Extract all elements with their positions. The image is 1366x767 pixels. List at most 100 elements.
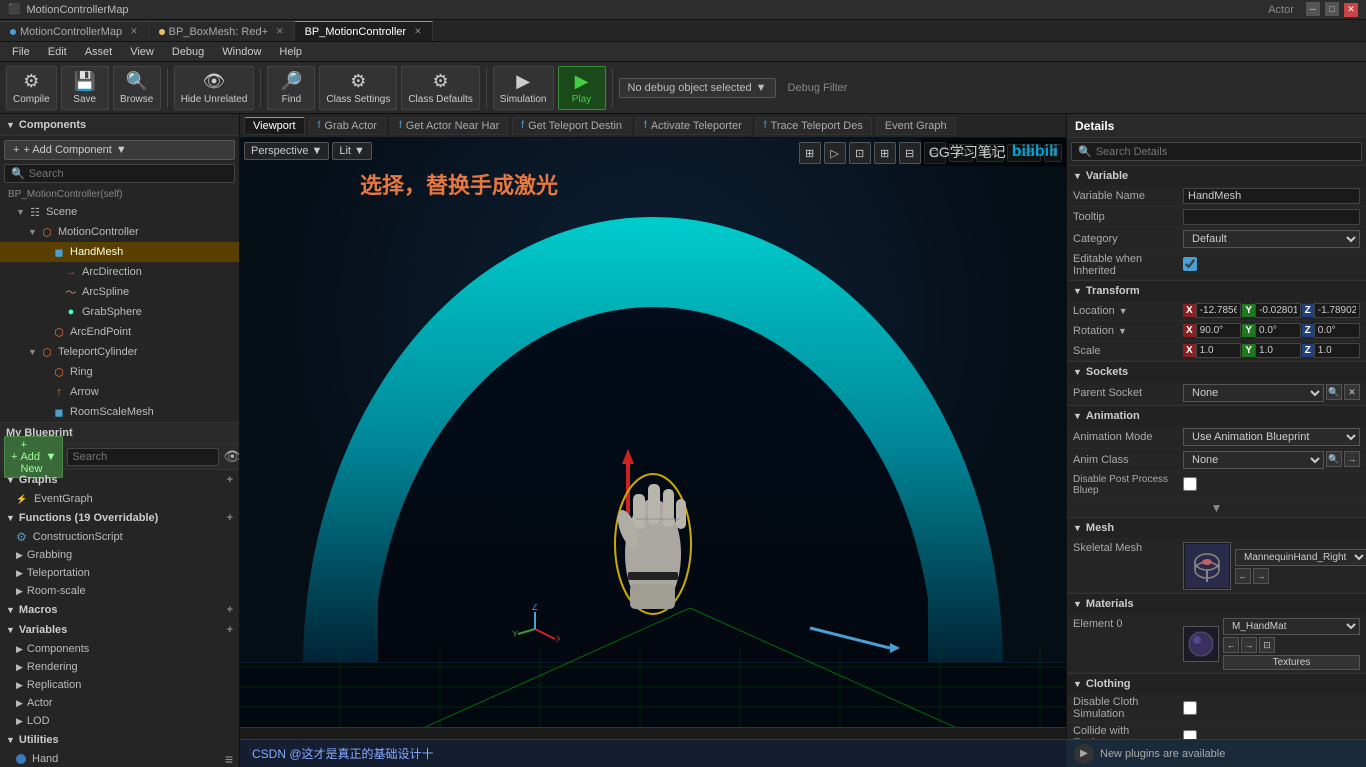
tab-motioncontrollermap[interactable]: MotionControllerMap ✕ <box>0 21 149 41</box>
variables-section[interactable]: ▼ Variables + <box>0 620 239 640</box>
vp-tab-activatetele[interactable]: f Activate Teleporter <box>635 117 751 135</box>
menu-help[interactable]: Help <box>271 44 310 60</box>
vp-tab-viewport[interactable]: Viewport <box>244 117 305 135</box>
material-select[interactable]: M_HandMat <box>1223 618 1360 635</box>
tree-arcdirection[interactable]: → ArcDirection <box>0 262 239 282</box>
vp-icon-1[interactable]: ⊞ <box>799 142 821 164</box>
mesh-back-btn[interactable]: ← <box>1235 568 1251 584</box>
utilities-header[interactable]: ▼ Utilities <box>0 730 239 750</box>
loc-y-input[interactable] <box>1255 303 1301 318</box>
mat-forward-btn[interactable]: → <box>1241 637 1257 653</box>
class-defaults-btn[interactable]: ⚙ Class Defaults <box>401 66 479 110</box>
tree-teleportcylinder[interactable]: ▼ ⬡ TeleportCylinder <box>0 342 239 362</box>
functions-plus[interactable]: + <box>227 512 233 524</box>
anim-class-select[interactable]: None <box>1183 451 1324 469</box>
loc-z-input[interactable] <box>1314 303 1360 318</box>
mat-copy-btn[interactable]: ⊡ <box>1259 637 1275 653</box>
functions-section[interactable]: ▼ Functions (19 Overridable) + <box>0 508 239 528</box>
anim-expand[interactable]: ▼ <box>1067 499 1366 517</box>
lit-btn[interactable]: Lit ▼ <box>332 142 372 160</box>
graphs-plus[interactable]: + <box>227 474 233 486</box>
menu-window[interactable]: Window <box>214 44 269 60</box>
rot-z-input[interactable] <box>1314 323 1360 338</box>
tree-handmesh[interactable]: ◼ HandMesh <box>0 242 239 262</box>
anim-mode-select[interactable]: Use Animation Blueprint <box>1183 428 1360 446</box>
vp-tab-getteleport[interactable]: f Get Teleport Destin <box>512 117 631 135</box>
tree-arcendpoint[interactable]: ⬡ ArcEndPoint <box>0 322 239 342</box>
minimize-btn[interactable]: ─ <box>1306 2 1320 16</box>
vp-tab-tracetele[interactable]: f Trace Teleport Des <box>755 117 872 135</box>
skeletal-mesh-select[interactable]: MannequinHand_Right <box>1235 549 1366 566</box>
materials-header[interactable]: ▼ Materials <box>1067 594 1366 614</box>
menu-debug[interactable]: Debug <box>164 44 212 60</box>
transform-section-header[interactable]: ▼ Transform <box>1067 281 1366 301</box>
tooltip-input[interactable] <box>1183 209 1360 225</box>
macros-plus[interactable]: + <box>227 604 233 616</box>
debug-object-selector[interactable]: No debug object selected ▼ <box>619 78 776 98</box>
mesh-header[interactable]: ▼ Mesh <box>1067 518 1366 538</box>
rendering-subsection[interactable]: ▶ Rendering <box>0 658 239 676</box>
rot-y-input[interactable] <box>1255 323 1301 338</box>
tree-motioncontroller[interactable]: ▼ ⬡ MotionController <box>0 222 239 242</box>
tab-boxmesh[interactable]: BP_BoxMesh: Red+ ✕ <box>149 21 295 41</box>
components-search[interactable]: 🔍 <box>4 164 235 183</box>
tab-close-1[interactable]: ✕ <box>130 26 138 37</box>
rot-x-input[interactable] <box>1196 323 1242 338</box>
socket-clear-btn[interactable]: ✕ <box>1344 384 1360 400</box>
sockets-header[interactable]: ▼ Sockets <box>1067 362 1366 382</box>
editable-checkbox[interactable] <box>1183 257 1197 271</box>
perspective-btn[interactable]: Perspective ▼ <box>244 142 329 160</box>
vp-icon-2[interactable]: ▷ <box>824 142 846 164</box>
details-search[interactable]: 🔍 <box>1071 142 1362 161</box>
menu-view[interactable]: View <box>122 44 162 60</box>
simulation-btn[interactable]: ▶ Simulation <box>493 66 554 110</box>
mesh-forward-btn[interactable]: → <box>1253 568 1269 584</box>
actor-subsection[interactable]: ▶ Actor <box>0 694 239 712</box>
hide-unrelated-btn[interactable]: 👁 Hide Unrelated <box>174 66 255 110</box>
tree-scene[interactable]: ▼ ☷ Scene <box>0 202 239 222</box>
construction-script-item[interactable]: ⚙ ConstructionScript <box>0 528 239 546</box>
add-component-btn[interactable]: + + Add Component ▼ <box>4 140 235 160</box>
grabbing-section[interactable]: ▶ Grabbing <box>0 546 239 564</box>
animation-header[interactable]: ▼ Animation <box>1067 406 1366 426</box>
scale-x-input[interactable] <box>1196 343 1242 358</box>
disable-post-checkbox[interactable] <box>1183 477 1197 491</box>
browse-btn[interactable]: 🔍 Browse <box>113 66 161 110</box>
tree-grabsphere[interactable]: ● GrabSphere <box>0 302 239 322</box>
anim-arrow-btn[interactable]: → <box>1344 451 1360 467</box>
compile-btn[interactable]: ⚙ Compile <box>6 66 57 110</box>
teleportation-section[interactable]: ▶ Teleportation <box>0 564 239 582</box>
eye-icon[interactable]: 👁 <box>223 448 239 465</box>
scale-z-input[interactable] <box>1314 343 1360 358</box>
blueprint-search-input[interactable] <box>67 448 219 466</box>
disable-cloth-checkbox[interactable] <box>1183 701 1197 715</box>
class-settings-btn[interactable]: ⚙ Class Settings <box>319 66 397 110</box>
loc-x-input[interactable] <box>1196 303 1242 318</box>
variable-section-header[interactable]: ▼ Variable <box>1067 166 1366 186</box>
scale-y-input[interactable] <box>1255 343 1301 358</box>
save-btn[interactable]: 💾 Save <box>61 66 109 110</box>
tree-arrow-comp[interactable]: ↑ Arrow <box>0 382 239 402</box>
parent-socket-select[interactable]: None <box>1183 384 1324 402</box>
replication-subsection[interactable]: ▶ Replication <box>0 676 239 694</box>
viewport-3d[interactable]: 选择，替换手成激光 Perspective ▼ Lit ▼ ⊞ ▷ ⊡ ⊞ ⊟ <box>240 138 1066 727</box>
components-subsection[interactable]: ▶ Components <box>0 640 239 658</box>
tab-close-2[interactable]: ✕ <box>276 26 284 37</box>
variables-plus[interactable]: + <box>227 624 233 636</box>
anim-search-btn[interactable]: 🔍 <box>1326 451 1342 467</box>
vp-tab-eventgraph[interactable]: Event Graph <box>876 117 956 135</box>
vp-icon-4[interactable]: ⊞ <box>874 142 896 164</box>
play-btn[interactable]: ▶ Play <box>558 66 606 110</box>
clothing-header[interactable]: ▼ Clothing <box>1067 674 1366 694</box>
tab-close-3[interactable]: ✕ <box>414 26 422 37</box>
tree-roomscalemesh[interactable]: ◼ RoomScaleMesh <box>0 402 239 422</box>
details-search-input[interactable] <box>1096 146 1355 158</box>
tree-ring[interactable]: ⬡ Ring <box>0 362 239 382</box>
menu-file[interactable]: File <box>4 44 38 60</box>
tree-arcspline[interactable]: 〜 ArcSpline <box>0 282 239 302</box>
components-search-input[interactable] <box>29 168 228 180</box>
textures-btn[interactable]: Textures <box>1223 655 1360 670</box>
macros-section[interactable]: ▼ Macros + <box>0 600 239 620</box>
vp-tab-grabactor[interactable]: f Grab Actor <box>309 117 386 135</box>
vp-tab-getactor[interactable]: f Get Actor Near Har <box>390 117 508 135</box>
